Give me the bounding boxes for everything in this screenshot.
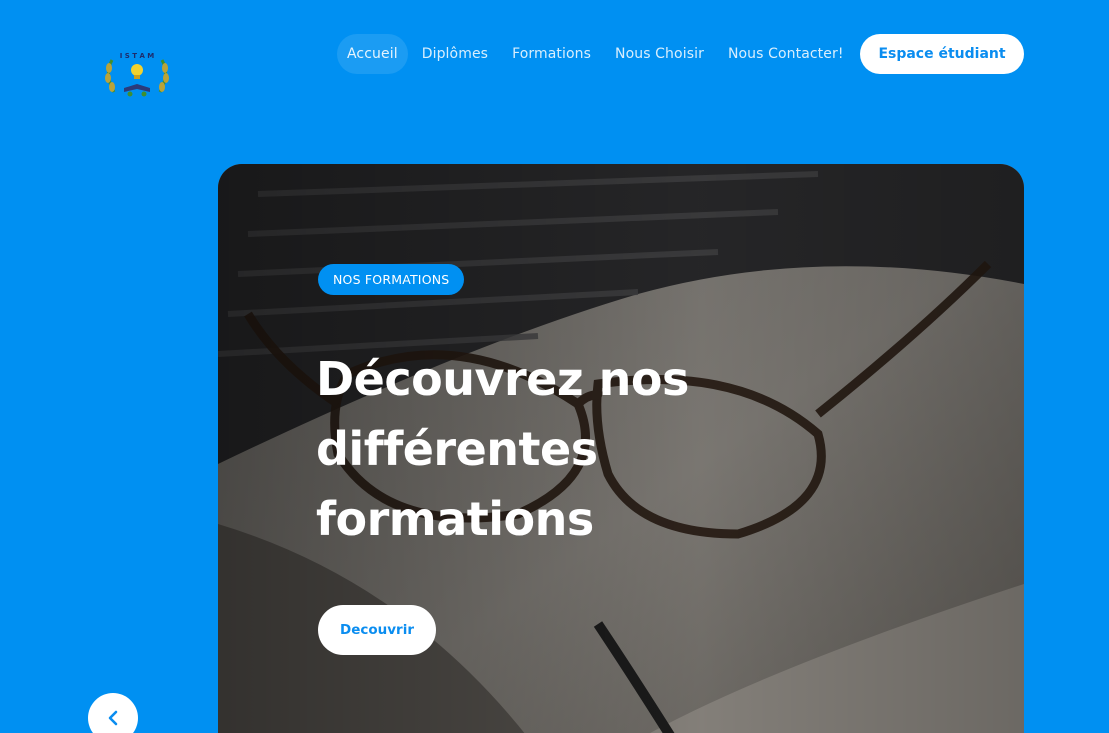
main-nav: Accueil Diplômes Formations Nous Choisir… xyxy=(337,34,858,74)
svg-text:I S T A M: I S T A M xyxy=(120,52,155,60)
nav-item-nous-contacter[interactable]: Nous Contacter! xyxy=(718,34,854,74)
section-badge: NOS FORMATIONS xyxy=(318,264,465,295)
chevron-left-icon xyxy=(108,710,118,726)
nav-item-diplomes[interactable]: Diplômes xyxy=(412,34,498,74)
discover-button[interactable]: Decouvrir xyxy=(318,605,436,655)
student-space-button[interactable]: Espace étudiant xyxy=(860,34,1024,74)
nav-item-nous-choisir[interactable]: Nous Choisir xyxy=(605,34,714,74)
site-logo[interactable]: I S T A M xyxy=(100,44,174,100)
hero-title: Découvrez nos différentes formations xyxy=(316,352,689,546)
nav-item-formations[interactable]: Formations xyxy=(502,34,601,74)
istam-logo-icon: I S T A M xyxy=(105,52,169,97)
nav-item-accueil[interactable]: Accueil xyxy=(337,34,408,74)
carousel-prev-button[interactable] xyxy=(88,693,138,733)
hero-banner: NOS FORMATIONS Découvrez nos différentes… xyxy=(218,164,1024,733)
